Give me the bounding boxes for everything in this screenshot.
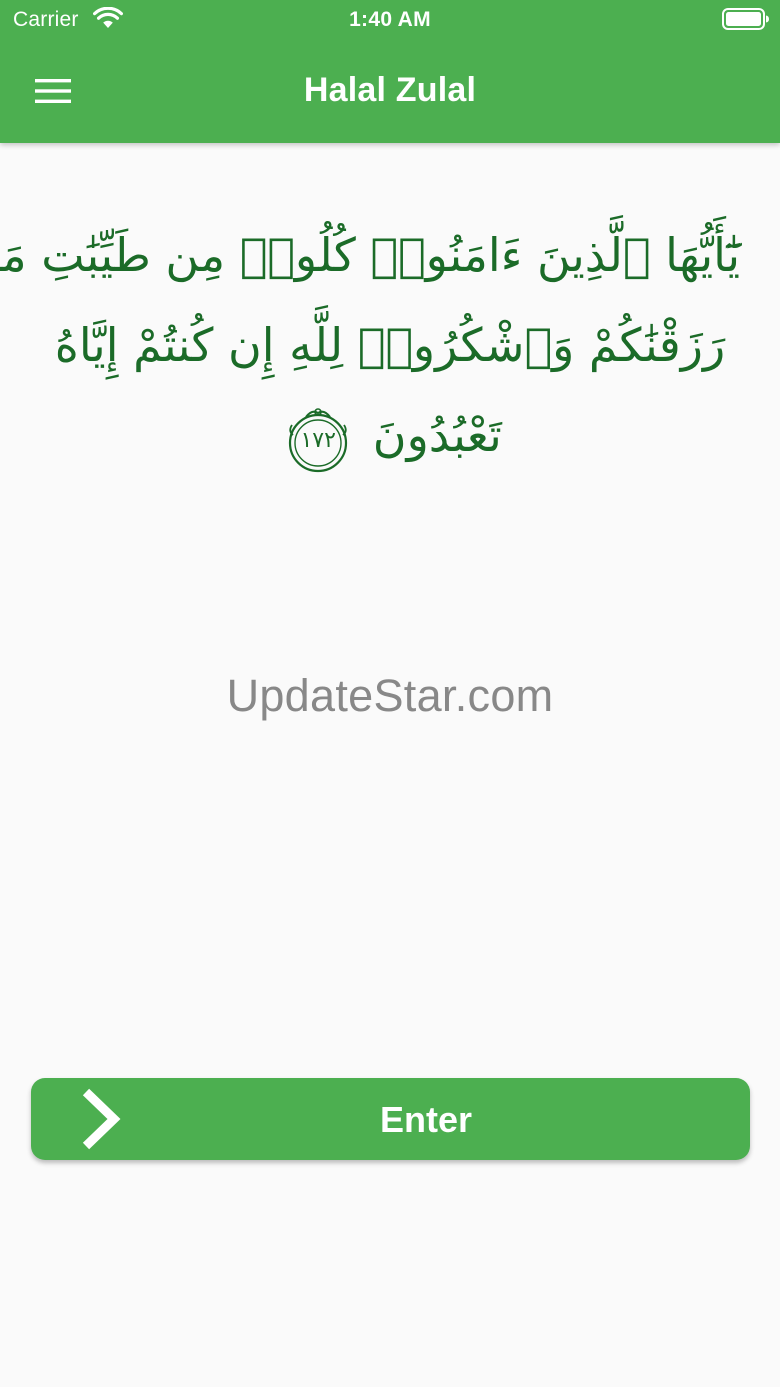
app-title: Halal Zulal bbox=[303, 71, 477, 109]
app-bar: Halal Zulal bbox=[0, 40, 780, 143]
verse-line-3: تَعْبُدُونَ ١٧٢ bbox=[40, 390, 740, 480]
clock: 1:40 AM bbox=[349, 8, 431, 31]
watermark: UpdateStar.com bbox=[226, 670, 554, 721]
app-screen: Carrier 1:40 AM Halal Zulal يَٰٓأَيُّهَا… bbox=[0, 0, 780, 1387]
battery-full-icon bbox=[722, 8, 769, 30]
verse-number-marker: ١٧٢ bbox=[284, 405, 352, 473]
verse-line-1: يَٰٓأَيُّهَا ٱلَّذِينَ ءَامَنُوا۟ كُلُوا… bbox=[0, 228, 740, 282]
enter-button-label: Enter bbox=[379, 1099, 473, 1140]
header: Carrier 1:40 AM Halal Zulal bbox=[0, 0, 780, 143]
verse-number: ١٧٢ bbox=[300, 428, 336, 453]
quran-verse: يَٰٓأَيُّهَا ٱلَّذِينَ ءَامَنُوا۟ كُلُوا… bbox=[0, 210, 740, 480]
enter-button[interactable]: Enter bbox=[31, 1078, 750, 1160]
status-bar: Carrier 1:40 AM bbox=[0, 0, 780, 40]
verse-line-3-text: تَعْبُدُونَ bbox=[372, 408, 502, 462]
verse-line-2: رَزَقْنَٰكُمْ وَٱشْكُرُوا۟ لِلَّهِ إِن ك… bbox=[54, 318, 726, 372]
